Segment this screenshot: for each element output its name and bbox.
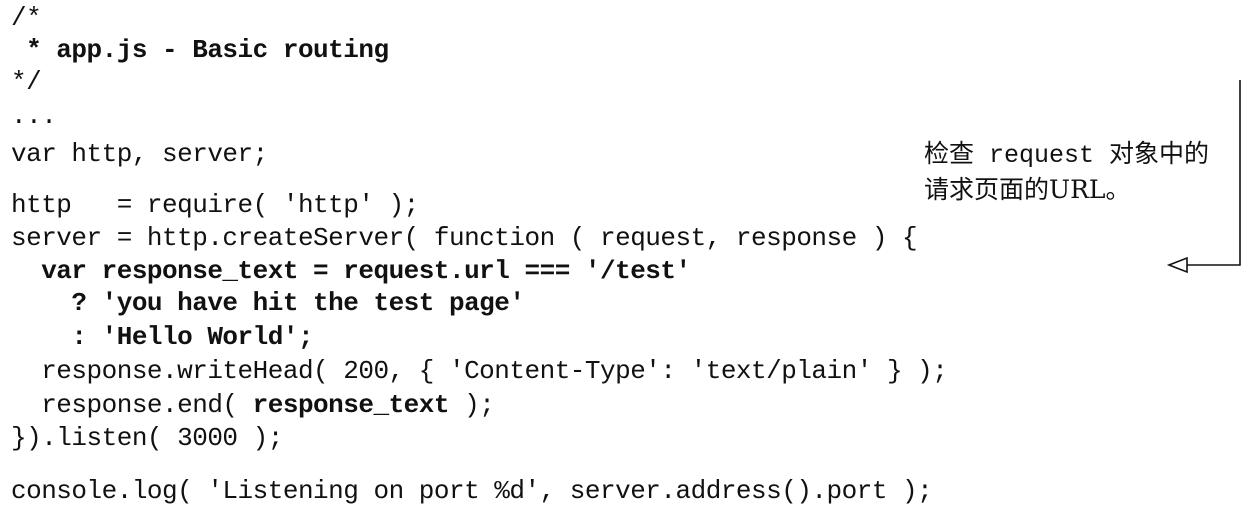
arrowhead-icon [1166,256,1188,274]
callout-arrow [1166,80,1241,274]
callout-leader-line [1186,80,1241,266]
